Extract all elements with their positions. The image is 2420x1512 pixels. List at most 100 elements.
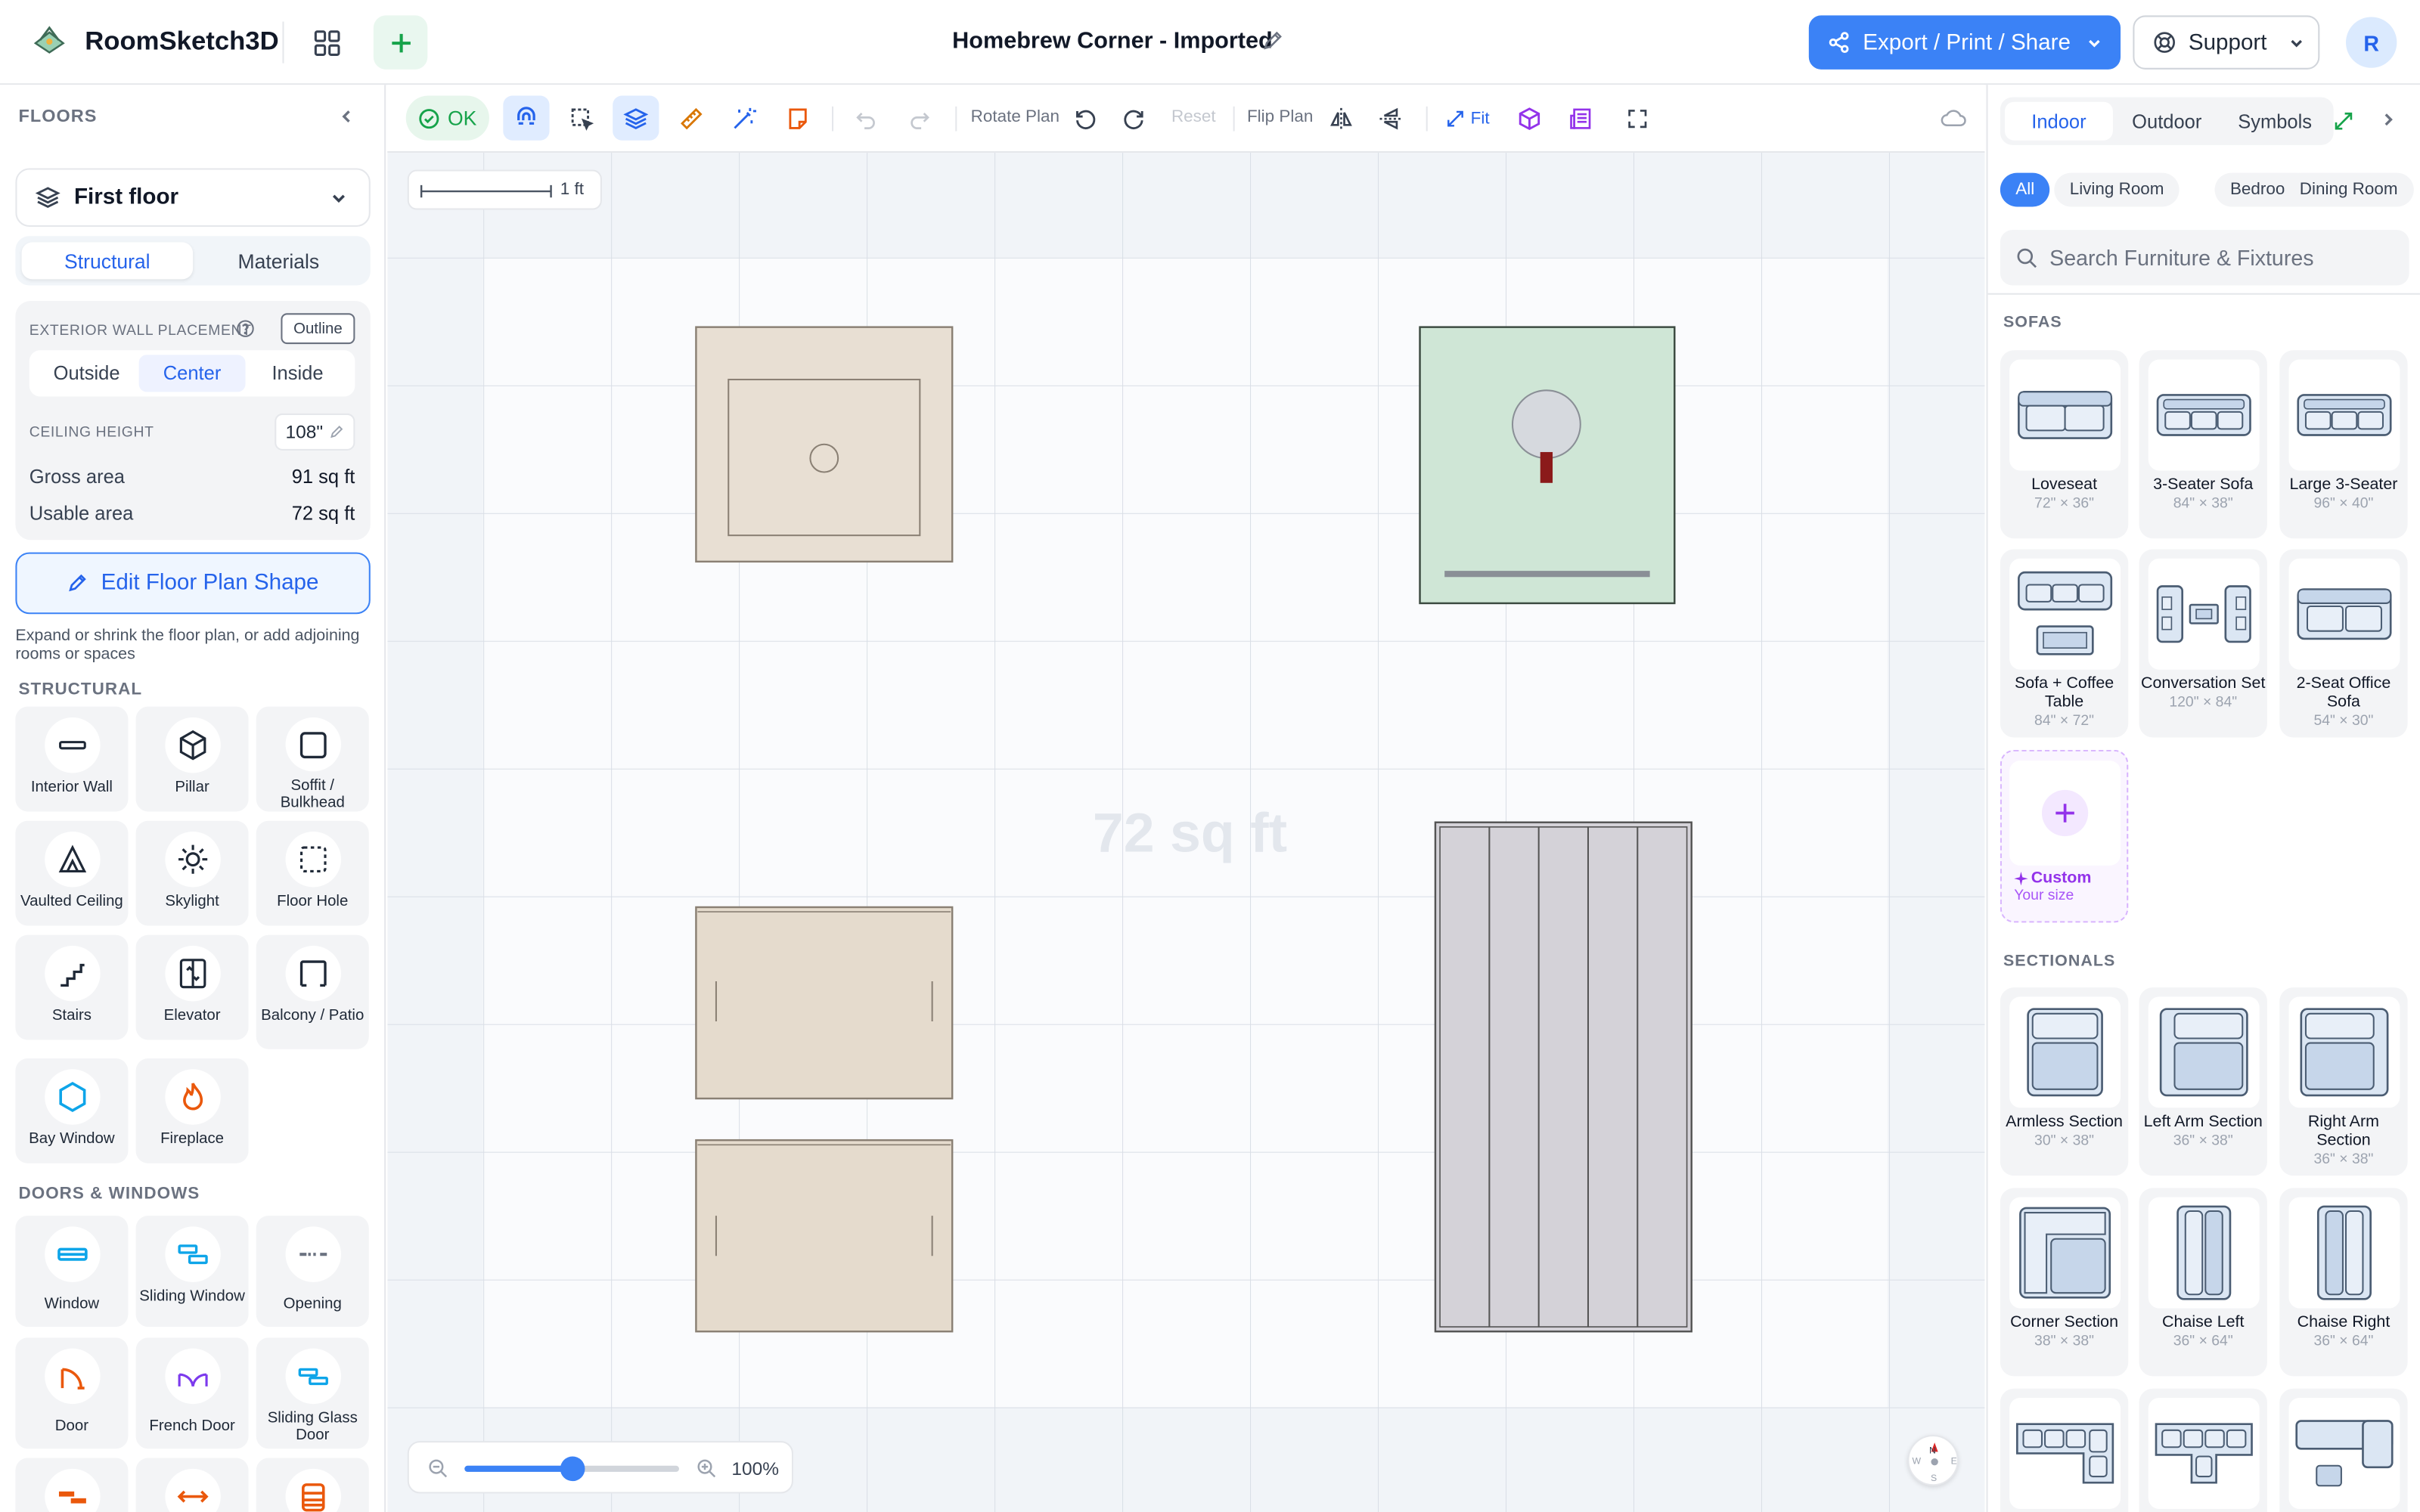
magnet-snap-button[interactable] xyxy=(503,95,550,141)
tool-more-3[interactable] xyxy=(256,1458,369,1512)
tool-sliding-window[interactable]: Sliding Window xyxy=(135,1216,249,1328)
flip-horizontal-button[interactable] xyxy=(1320,96,1363,141)
tool-fireplace[interactable]: Fireplace xyxy=(135,1058,249,1163)
catalog-item-conversation-set[interactable]: Conversation Set 120" × 84" xyxy=(2139,549,2267,738)
tab-structural[interactable]: Structural xyxy=(21,242,194,280)
3d-view-button[interactable] xyxy=(1508,96,1551,141)
measure-button[interactable] xyxy=(669,96,715,141)
cube-icon xyxy=(1519,107,1540,130)
furniture-cabinet[interactable] xyxy=(695,1139,954,1333)
catalog-item-corner-section[interactable]: Corner Section 38" × 38" xyxy=(2000,1188,2129,1377)
furniture-shelving[interactable] xyxy=(1434,821,1692,1333)
tab-symbols[interactable]: Symbols xyxy=(2221,102,2329,141)
tool-floor-hole[interactable]: Floor Hole xyxy=(256,820,369,926)
catalog-item-chaise-right[interactable]: Chaise Right 36" × 64" xyxy=(2279,1188,2408,1377)
floor-selector[interactable]: First floor xyxy=(15,168,371,227)
tool-sliding-glass-door[interactable]: Sliding Glass Door xyxy=(256,1337,369,1449)
catalog-item-armless-section[interactable]: Armless Section 30" × 38" xyxy=(2000,987,2129,1176)
expand-panel-icon[interactable] xyxy=(2334,111,2354,132)
sliding-glass-door-icon xyxy=(297,1368,327,1386)
tool-soffit[interactable]: Soffit / Bulkhead xyxy=(256,706,369,812)
furniture-cabinet[interactable] xyxy=(695,906,954,1100)
catalog-item-left-arm-section[interactable]: Left Arm Section 36" × 38" xyxy=(2139,987,2267,1176)
new-project-button[interactable] xyxy=(373,15,428,70)
flip-vertical-button[interactable] xyxy=(1369,96,1412,141)
catalog-item-loveseat[interactable]: Loveseat 72" × 36" xyxy=(2000,350,2129,539)
compass[interactable]: N E S W xyxy=(1907,1434,1959,1486)
zoom-in-icon[interactable] xyxy=(696,1458,716,1479)
tool-interior-wall[interactable]: Interior Wall xyxy=(15,706,129,812)
catalog-item-chaise-left[interactable]: Chaise Left 36" × 64" xyxy=(2139,1188,2267,1377)
tab-outdoor[interactable]: Outdoor xyxy=(2113,102,2221,141)
tool-stairs[interactable]: Stairs xyxy=(15,934,129,1040)
user-avatar[interactable]: R xyxy=(2346,17,2397,68)
tab-indoor[interactable]: Indoor xyxy=(2004,101,2113,141)
cloud-sync-button[interactable] xyxy=(1931,96,1974,141)
vaulted-ceiling-icon xyxy=(57,844,86,873)
catalog-item-custom[interactable]: Custom Your size xyxy=(2000,749,2129,923)
placement-inside[interactable]: Inside xyxy=(245,355,350,392)
flip-horizontal-icon xyxy=(1330,107,1352,129)
furniture-search[interactable]: Search Furniture & Fixtures xyxy=(2000,230,2409,286)
zoom-slider[interactable] xyxy=(464,1456,679,1482)
floor-properties: EXTERIOR WALL PLACEMENT Outline Outside … xyxy=(15,300,371,541)
select-area-button[interactable] xyxy=(559,96,605,141)
ceiling-height-field[interactable]: 108" xyxy=(275,413,355,451)
catalog-item-2-seat-office-sofa[interactable]: 2-Seat Office Sofa 54" × 30" xyxy=(2279,549,2408,738)
tool-skylight[interactable]: Skylight xyxy=(135,820,249,926)
magic-wand-button[interactable] xyxy=(721,96,767,141)
furniture-plant[interactable] xyxy=(1419,326,1676,605)
support-button[interactable]: Support xyxy=(2133,15,2320,70)
usable-area-row: Usable area 72 sq ft xyxy=(29,503,355,525)
chevron-right-icon[interactable] xyxy=(2380,111,2397,128)
tool-door[interactable]: Door xyxy=(15,1337,129,1449)
tool-french-door[interactable]: French Door xyxy=(135,1337,249,1449)
redo-button[interactable] xyxy=(898,96,942,141)
catalog-item-sectional-more-2[interactable] xyxy=(2139,1388,2267,1512)
layers-icon xyxy=(35,187,60,209)
catalog-item-sectional-more-3[interactable] xyxy=(2279,1388,2408,1512)
status-ok-button[interactable]: OK xyxy=(405,95,489,141)
tool-vaulted-ceiling[interactable]: Vaulted Ceiling xyxy=(15,820,129,926)
tool-pillar[interactable]: Pillar xyxy=(135,706,249,812)
chip-dining-room[interactable]: Dining Room xyxy=(2284,172,2413,207)
rotate-right-button[interactable] xyxy=(1112,96,1156,141)
building-view-button[interactable] xyxy=(1560,96,1603,141)
tool-more-1[interactable] xyxy=(15,1458,129,1512)
rename-pencil-icon[interactable] xyxy=(1261,29,1284,53)
rotate-left-button[interactable] xyxy=(1063,96,1106,141)
tool-bay-window[interactable]: Bay Window xyxy=(15,1058,129,1163)
tab-materials[interactable]: Materials xyxy=(193,242,365,279)
tool-elevator[interactable]: Elevator xyxy=(135,934,249,1040)
catalog-item-right-arm-section[interactable]: Right Arm Section 36" × 38" xyxy=(2279,987,2408,1176)
tool-opening[interactable]: Opening xyxy=(256,1216,369,1328)
tool-balcony[interactable]: Balcony / Patio xyxy=(256,934,369,1049)
tool-window[interactable]: Window xyxy=(15,1216,129,1328)
furniture-table[interactable] xyxy=(695,326,954,563)
catalog-item-sofa-coffee-table[interactable]: Sofa + Coffee Table 84" × 72" xyxy=(2000,549,2129,738)
notes-button[interactable] xyxy=(774,96,821,141)
chip-all[interactable]: All xyxy=(2000,172,2050,207)
outline-button[interactable]: Outline xyxy=(281,313,355,345)
help-icon[interactable] xyxy=(236,319,254,337)
layers-button[interactable] xyxy=(613,95,659,141)
zoom-out-icon[interactable] xyxy=(427,1458,448,1479)
collapse-panel-icon[interactable] xyxy=(338,108,355,125)
zoom-slider-thumb[interactable] xyxy=(559,1456,585,1482)
floor-plan-canvas[interactable]: 72 sq ft xyxy=(387,153,1985,1512)
placement-outside[interactable]: Outside xyxy=(34,355,139,392)
catalog-item-large-3-seater[interactable]: Large 3-Seater 96" × 40" xyxy=(2279,350,2408,539)
edit-floor-plan-shape-button[interactable]: Edit Floor Plan Shape xyxy=(15,552,371,615)
dashboard-grid-button[interactable] xyxy=(307,23,347,64)
catalog-item-sectional-more-1[interactable] xyxy=(2000,1388,2129,1512)
fullscreen-button[interactable] xyxy=(1616,96,1659,141)
project-title[interactable]: Homebrew Corner - Imported xyxy=(952,28,1273,54)
catalog-item-3-seater-sofa[interactable]: 3-Seater Sofa 84" × 38" xyxy=(2139,350,2267,539)
placement-center[interactable]: Center xyxy=(139,355,245,392)
undo-button[interactable] xyxy=(844,96,887,141)
tool-more-2[interactable] xyxy=(135,1458,249,1512)
chip-living-room[interactable]: Living Room xyxy=(2054,172,2180,207)
reset-button[interactable]: Reset xyxy=(1171,108,1216,126)
export-print-share-button[interactable]: Export / Print / Share xyxy=(1808,15,2121,70)
fit-button[interactable]: Fit xyxy=(1441,96,1494,141)
